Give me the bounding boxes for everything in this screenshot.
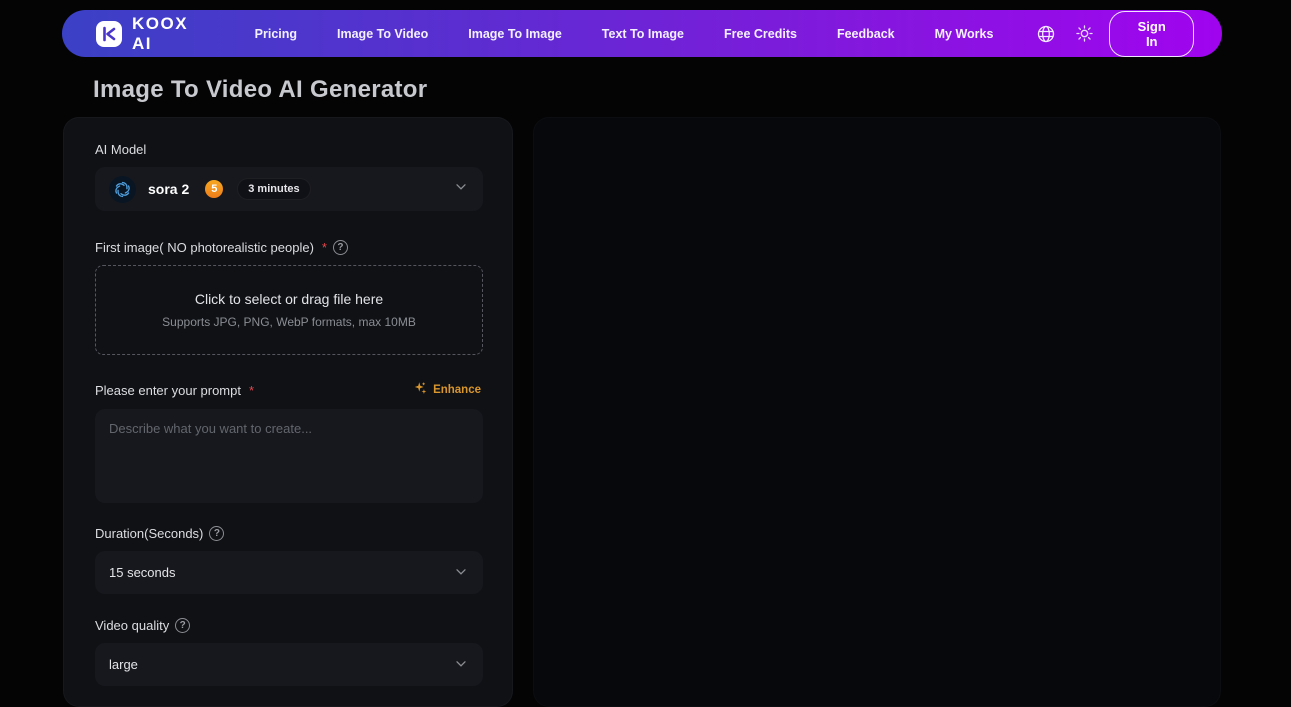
nav-links-secondary: Free Credits Feedback My Works: [704, 19, 1013, 49]
sparkles-icon: [413, 381, 428, 399]
prompt-input[interactable]: [95, 409, 483, 503]
sora-model-icon: [109, 176, 136, 203]
video-quality-label-text: Video quality: [95, 618, 169, 633]
nav-links-primary: Pricing Image To Video Image To Image Te…: [235, 19, 704, 49]
enhance-label: Enhance: [433, 384, 481, 396]
nav-item-my-works[interactable]: My Works: [935, 19, 994, 49]
upload-hint: Supports JPG, PNG, WebP formats, max 10M…: [162, 315, 416, 329]
required-asterisk: *: [249, 383, 254, 398]
duration-label-text: Duration(Seconds): [95, 526, 203, 541]
brand-name: KOOX AI: [132, 14, 201, 54]
credit-cost-badge: 5: [205, 180, 223, 198]
first-image-label: First image( NO photorealistic people) *…: [95, 240, 481, 255]
question-circle-icon[interactable]: ?: [175, 618, 190, 633]
sign-in-button[interactable]: Sign In: [1109, 11, 1194, 57]
video-preview-panel: [533, 117, 1221, 707]
prompt-header-row: Please enter your prompt * Enhance: [95, 381, 481, 399]
ai-model-select[interactable]: sora 2 5 3 minutes: [95, 167, 483, 211]
nav-item-image-to-image[interactable]: Image To Image: [468, 19, 562, 49]
image-upload-dropzone[interactable]: Click to select or drag file here Suppor…: [95, 265, 483, 355]
nav-icon-group: [1035, 23, 1095, 45]
nav-item-text-to-image[interactable]: Text To Image: [602, 19, 684, 49]
ai-model-label-text: AI Model: [95, 142, 146, 157]
chevron-down-icon: [453, 563, 469, 582]
enhance-prompt-button[interactable]: Enhance: [413, 381, 481, 399]
chevron-down-icon: [453, 179, 469, 200]
generation-time-badge: 3 minutes: [237, 178, 310, 200]
question-circle-icon[interactable]: ?: [333, 240, 348, 255]
sun-icon[interactable]: [1073, 23, 1095, 45]
upload-title: Click to select or drag file here: [195, 291, 383, 307]
nav-item-pricing[interactable]: Pricing: [255, 19, 297, 49]
selected-model-name: sora 2: [148, 181, 189, 197]
prompt-label-text: Please enter your prompt: [95, 383, 241, 398]
question-circle-icon[interactable]: ?: [209, 526, 224, 541]
page-title: Image To Video AI Generator: [93, 76, 427, 104]
nav-item-free-credits[interactable]: Free Credits: [724, 19, 797, 49]
generator-form-panel: AI Model sora 2 5 3 minutes First image(…: [63, 117, 513, 707]
brand[interactable]: KOOX AI: [96, 14, 201, 54]
koox-logo-icon: [96, 21, 122, 47]
nav-item-feedback[interactable]: Feedback: [837, 19, 895, 49]
duration-select[interactable]: 15 seconds: [95, 551, 483, 594]
prompt-label: Please enter your prompt *: [95, 383, 254, 398]
globe-icon[interactable]: [1035, 23, 1057, 45]
first-image-label-text: First image( NO photorealistic people): [95, 240, 314, 255]
video-quality-label: Video quality ?: [95, 618, 481, 633]
duration-label: Duration(Seconds) ?: [95, 526, 481, 541]
video-quality-select[interactable]: large: [95, 643, 483, 686]
quality-selected-value: large: [109, 657, 138, 672]
required-asterisk: *: [322, 240, 327, 255]
duration-selected-value: 15 seconds: [109, 565, 176, 580]
nav-item-image-to-video[interactable]: Image To Video: [337, 19, 428, 49]
ai-model-label: AI Model: [95, 142, 481, 157]
top-navbar: KOOX AI Pricing Image To Video Image To …: [62, 10, 1222, 57]
chevron-down-icon: [453, 655, 469, 674]
